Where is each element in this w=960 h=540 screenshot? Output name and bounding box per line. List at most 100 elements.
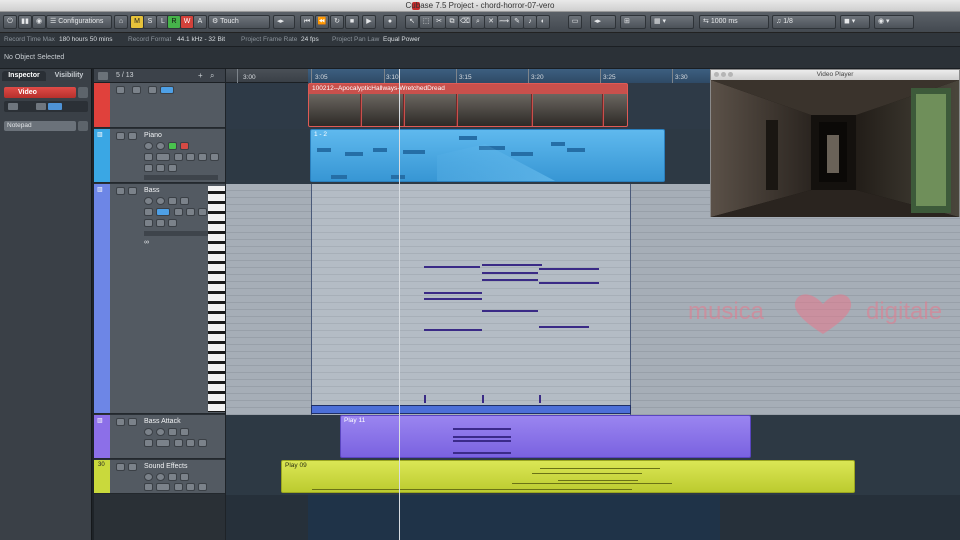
monitor-button[interactable]: [156, 197, 165, 205]
track-list-menu-icon[interactable]: [98, 72, 108, 80]
track-bass-attack[interactable]: ▥ Bass Attack: [94, 415, 225, 459]
thumbnail-toggle-button[interactable]: [48, 103, 62, 110]
grid-type-select[interactable]: ▦ ▾: [650, 15, 694, 29]
channel-settings-icon[interactable]: [186, 208, 195, 216]
mute-button[interactable]: [116, 187, 125, 195]
midi-note[interactable]: [482, 310, 538, 312]
midi-note[interactable]: [424, 266, 480, 268]
cycle-range[interactable]: [308, 69, 728, 83]
mute-button[interactable]: [116, 463, 125, 471]
video-track-frames-icon[interactable]: [160, 86, 174, 94]
inserts-icon[interactable]: [198, 153, 207, 161]
solo-button[interactable]: [128, 463, 137, 471]
lane-icon[interactable]: [144, 208, 153, 216]
stop-icon[interactable]: ■: [345, 15, 359, 29]
monitor-button[interactable]: [156, 473, 165, 481]
tab-visibility[interactable]: Visibility: [48, 71, 90, 81]
tab-inspector[interactable]: Inspector: [2, 71, 46, 81]
constrain-delay-button[interactable]: ◂▸: [273, 15, 295, 29]
erase-tool-icon[interactable]: ⌫: [458, 15, 472, 29]
read-button[interactable]: [168, 197, 177, 205]
bass-part-strip[interactable]: [311, 405, 631, 414]
video-track-thumb-icon[interactable]: [148, 86, 157, 94]
record-enable-button[interactable]: [144, 473, 153, 481]
channel-settings-icon[interactable]: [186, 153, 195, 161]
lock-icon[interactable]: ⌂: [114, 15, 128, 29]
notepad-section[interactable]: Notepad: [4, 121, 76, 131]
midi-note[interactable]: [424, 329, 482, 331]
edit-in-place-icon[interactable]: [156, 439, 170, 447]
record-enable-button[interactable]: [144, 142, 153, 150]
close-icon[interactable]: [714, 72, 719, 77]
time-warp-tool-icon[interactable]: ⟿: [497, 15, 511, 29]
lane-icon[interactable]: [144, 439, 153, 447]
freeze-icon[interactable]: [174, 439, 183, 447]
automation-icon[interactable]: [168, 219, 177, 227]
channel-settings-icon[interactable]: [186, 483, 195, 491]
monitor-button[interactable]: [156, 142, 165, 150]
video-mute-button[interactable]: [8, 103, 18, 110]
mute-button[interactable]: [116, 132, 125, 140]
video-event[interactable]: 100212--ApocalypticHallways-WretchedDrea…: [308, 83, 628, 127]
edit-in-place-icon[interactable]: [156, 153, 170, 161]
write-button[interactable]: [180, 428, 189, 436]
solo-all-button[interactable]: S: [143, 15, 157, 29]
midi-note[interactable]: [482, 264, 542, 266]
search-icon[interactable]: ⌕: [210, 71, 214, 81]
midi-note[interactable]: [424, 298, 482, 300]
read-button[interactable]: [168, 473, 177, 481]
record-icon[interactable]: ●: [383, 15, 397, 29]
zoom-tool-icon[interactable]: ⌕: [471, 15, 485, 29]
pencil-icon[interactable]: [144, 164, 153, 172]
write-automation-button[interactable]: W: [180, 15, 194, 29]
range-tool-icon[interactable]: ⬚: [419, 15, 433, 29]
track-bass[interactable]: ▥ Bass ∞: [94, 184, 225, 414]
nudge-time-select[interactable]: ⇆ 1000 ms: [699, 15, 769, 29]
cycle-icon[interactable]: ↻: [330, 15, 344, 29]
sends-icon[interactable]: [210, 153, 219, 161]
video-track-mute-icon[interactable]: [116, 86, 125, 94]
video-player-window[interactable]: Video Player: [710, 69, 960, 217]
activate-project-button[interactable]: ⏻: [3, 15, 17, 29]
write-button[interactable]: [180, 142, 189, 150]
quantize-select[interactable]: ♫ 1/8: [772, 15, 836, 29]
read-button[interactable]: [168, 142, 177, 150]
pencil-icon[interactable]: [144, 219, 153, 227]
write-button[interactable]: [180, 473, 189, 481]
piano-keyboard[interactable]: [208, 186, 225, 412]
mute-tool-icon[interactable]: ✕: [484, 15, 498, 29]
record-enable-button[interactable]: [144, 428, 153, 436]
color-select[interactable]: ◼ ▾: [840, 15, 870, 29]
track-video[interactable]: [94, 83, 225, 128]
solo-button[interactable]: [128, 418, 137, 426]
midi-note[interactable]: [539, 282, 599, 284]
automation-mode-select[interactable]: ⚙ Touch: [208, 15, 270, 29]
inspector-track-name[interactable]: Video: [4, 87, 76, 98]
color-tool-icon[interactable]: ◐: [536, 15, 550, 29]
track-sound-effects[interactable]: 30 Sound Effects: [94, 460, 225, 494]
notepad-expand-button[interactable]: [78, 121, 88, 131]
rewind-icon[interactable]: ⏪: [315, 15, 329, 29]
midi-note[interactable]: [482, 279, 538, 281]
inserts-icon[interactable]: [198, 208, 207, 216]
read-button[interactable]: [168, 428, 177, 436]
midi-note[interactable]: [539, 268, 599, 270]
lane-icon[interactable]: [144, 153, 153, 161]
write-button[interactable]: [180, 197, 189, 205]
edit-in-place-icon[interactable]: [156, 208, 170, 216]
expand-icon[interactable]: [156, 164, 165, 172]
record-enable-button[interactable]: [144, 197, 153, 205]
add-track-icon[interactable]: +: [198, 71, 203, 80]
mute-all-button[interactable]: M: [130, 15, 144, 29]
draw-tool-icon[interactable]: ✎: [510, 15, 524, 29]
channel-settings-icon[interactable]: [186, 439, 195, 447]
tool-extras-select[interactable]: ◉ ▾: [874, 15, 914, 29]
configurations-button[interactable]: ☰ Configurations: [46, 15, 112, 29]
midi-note[interactable]: [539, 326, 589, 328]
zoom-icon[interactable]: [728, 72, 733, 77]
piano-midi-part[interactable]: 1 - 2: [310, 129, 665, 182]
object-selection-tool-icon[interactable]: ↖: [405, 15, 419, 29]
video-lock-button[interactable]: [36, 103, 46, 110]
minimize-icon[interactable]: [721, 72, 726, 77]
freeze-icon[interactable]: [174, 153, 183, 161]
